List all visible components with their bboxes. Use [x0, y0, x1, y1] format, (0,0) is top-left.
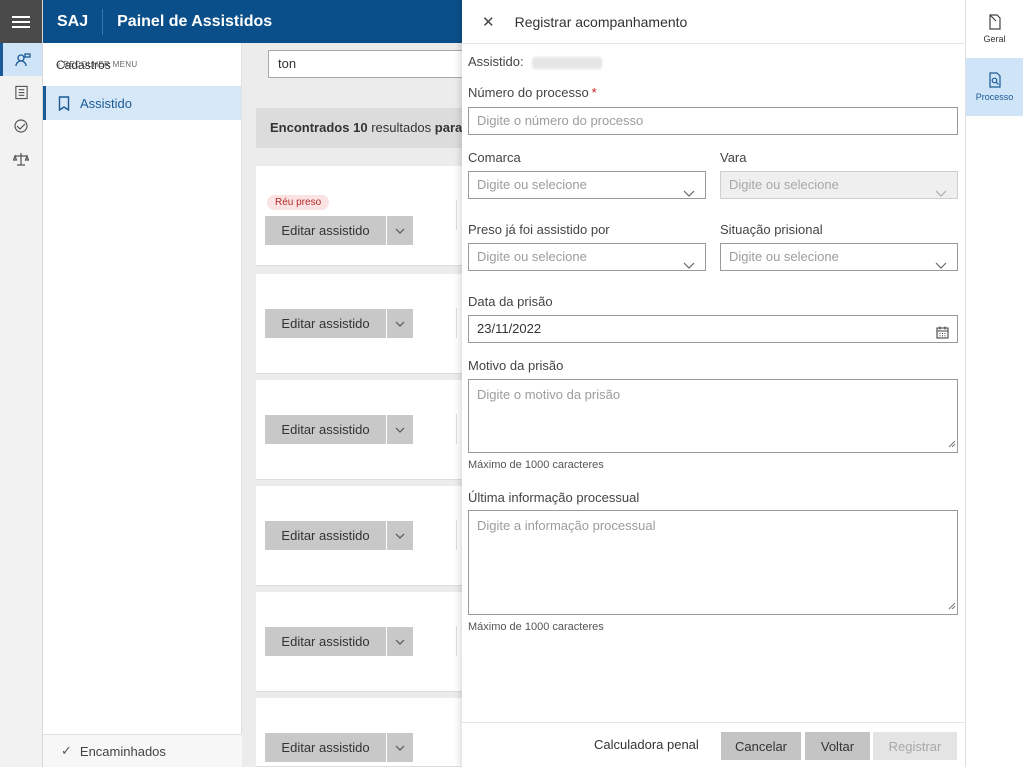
bookmark-icon — [58, 95, 70, 111]
rail-handshake-icon[interactable] — [0, 109, 42, 142]
resize-handle-icon[interactable] — [948, 598, 956, 613]
calculadora-penal-button[interactable]: Calculadora penal — [594, 737, 699, 752]
comarca-label: Comarca — [468, 150, 521, 165]
edit-assistido-button[interactable]: Editar assistido — [265, 309, 386, 338]
result-card: Editar assistido — [256, 698, 466, 767]
assistido-name-redacted — [531, 56, 602, 69]
motivo-hint: Máximo de 1000 caracteres — [468, 459, 604, 471]
tab-geral-label: Geral — [983, 34, 1006, 44]
assistido-label-text: Assistido: — [468, 54, 524, 69]
rail-scales-icon[interactable] — [0, 142, 42, 175]
edit-assistido-button[interactable]: Editar assistido — [265, 216, 386, 245]
sidebar-item-assistido[interactable]: Assistido — [43, 86, 241, 120]
processo-label: Número do processo * — [468, 85, 597, 100]
preso-assistido-select[interactable]: Digite ou selecione — [468, 243, 706, 271]
vara-placeholder: Digite ou selecione — [729, 177, 839, 192]
hamburger-menu-icon[interactable] — [0, 0, 42, 43]
close-icon[interactable]: ✕ — [482, 13, 495, 31]
result-card: Editar assistido — [256, 592, 466, 692]
tab-processo[interactable]: Processo — [966, 58, 1023, 116]
comarca-placeholder: Digite ou selecione — [477, 177, 587, 192]
ultima-info-hint: Máximo de 1000 caracteres — [468, 621, 604, 633]
result-card: Réu preso Editar assistido — [256, 166, 466, 266]
status-badge: Réu preso — [267, 195, 330, 210]
preso-assistido-label: Preso já foi assistido por — [468, 222, 610, 237]
register-button[interactable]: Registrar — [873, 732, 957, 760]
edit-assistido-button[interactable]: Editar assistido — [265, 521, 386, 550]
ultima-info-placeholder: Digite a informação processual — [477, 518, 656, 533]
resize-handle-icon[interactable] — [948, 436, 956, 451]
summary-count: 10 — [353, 120, 368, 135]
assistido-label: Assistido: — [468, 54, 602, 69]
panel-footer: Calculadora penal Cancelar Voltar Regist… — [462, 722, 965, 767]
edit-assistido-button[interactable]: Editar assistido — [265, 627, 386, 656]
situacao-label: Situação prisional — [720, 222, 823, 237]
sidebar-heading: Cadastros — [56, 57, 111, 72]
comarca-select[interactable]: Digite ou selecione — [468, 171, 706, 199]
vara-label: Vara — [720, 150, 747, 165]
chevron-down-icon[interactable] — [387, 733, 413, 762]
sidebar-item-label: Assistido — [80, 95, 133, 111]
chevron-down-icon[interactable] — [387, 216, 413, 245]
motivo-textarea[interactable]: Digite o motivo da prisão — [468, 379, 958, 453]
page-title: Painel de Assistidos — [117, 12, 273, 30]
chevron-down-icon[interactable] — [387, 415, 413, 444]
chevron-down-icon — [683, 252, 695, 278]
back-button[interactable]: Voltar — [805, 732, 870, 760]
processo-label-text: Número do processo — [468, 85, 589, 100]
chevron-down-icon[interactable] — [387, 521, 413, 550]
chevron-down-icon — [683, 180, 695, 206]
search-input[interactable]: ton — [268, 50, 468, 78]
result-card: Editar assistido — [256, 380, 466, 480]
preso-assistido-placeholder: Digite ou selecione — [477, 249, 587, 264]
motivo-placeholder: Digite o motivo da prisão — [477, 387, 621, 402]
calendar-icon[interactable] — [936, 322, 949, 348]
results-area: ton Encontrados 10 resultados para Réu p… — [242, 43, 468, 767]
registrar-acompanhamento-panel: ✕ Registrar acompanhamento Assistido: Nú… — [462, 0, 965, 767]
situacao-placeholder: Digite ou selecione — [729, 249, 839, 264]
ultima-info-textarea[interactable]: Digite a informação processual — [468, 510, 958, 615]
results-summary: Encontrados 10 resultados para — [256, 108, 466, 148]
edit-assistido-button[interactable]: Editar assistido — [265, 733, 386, 762]
check-icon: ✓ — [61, 743, 72, 758]
sidebar-footer-label: Encaminhados — [79, 743, 166, 759]
data-prisao-input[interactable]: 23/11/2022 — [468, 315, 958, 343]
chevron-down-icon[interactable] — [387, 627, 413, 656]
result-card: Editar assistido — [256, 274, 466, 374]
vara-select[interactable]: Digite ou selecione — [720, 171, 958, 199]
chevron-down-icon — [935, 180, 947, 206]
motivo-label: Motivo da prisão — [468, 358, 564, 373]
required-mark: * — [591, 85, 597, 100]
tab-geral[interactable]: Geral — [966, 0, 1023, 58]
chevron-down-icon — [935, 252, 947, 278]
ultima-info-label: Última informação processual — [468, 490, 640, 505]
data-prisao-value: 23/11/2022 — [477, 321, 542, 336]
app-rail — [0, 0, 43, 767]
summary-prefix: Encontrados — [270, 120, 350, 135]
panel-title: Registrar acompanhamento — [514, 13, 688, 30]
document-search-icon — [988, 72, 1001, 88]
summary-suffix: para — [434, 120, 463, 135]
rail-list-icon[interactable] — [0, 76, 42, 109]
processo-input[interactable]: Digite o número do processo — [468, 107, 958, 135]
rail-people-icon[interactable] — [0, 43, 42, 76]
document-icon — [988, 14, 1001, 30]
situacao-select[interactable]: Digite ou selecione — [720, 243, 958, 271]
summary-middle: resultados — [371, 120, 432, 135]
result-card: Editar assistido — [256, 486, 466, 586]
brand-logo[interactable]: SAJ — [43, 8, 104, 35]
chevron-down-icon[interactable] — [387, 309, 413, 338]
right-rail: Geral Processo — [965, 0, 1023, 767]
sidebar: Cadastros « RECOLHER MENU Assistido ✓ En… — [43, 43, 242, 767]
sidebar-item-encaminhados[interactable]: ✓ Encaminhados — [43, 734, 242, 767]
tab-processo-label: Processo — [975, 92, 1014, 102]
cancel-button[interactable]: Cancelar — [721, 732, 801, 760]
data-prisao-label: Data da prisão — [468, 294, 553, 309]
edit-assistido-button[interactable]: Editar assistido — [265, 415, 386, 444]
